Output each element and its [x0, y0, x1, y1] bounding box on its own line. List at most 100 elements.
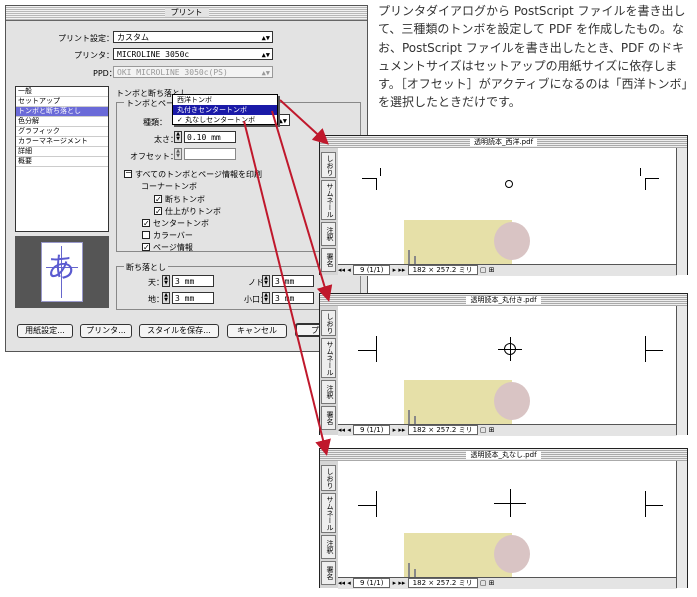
tab-thumbnails[interactable]: サムネール	[321, 493, 336, 533]
bleed-group-title: 断ち落とし	[124, 262, 168, 273]
tab-signatures[interactable]: 署名	[321, 248, 336, 272]
all-marks-checkbox[interactable]: −	[124, 169, 132, 178]
pdf-window-title: 透明読本_西洋.pdf	[469, 138, 538, 146]
continuous-icon[interactable]: ⊞	[489, 426, 495, 434]
page-info-checkbox[interactable]: ✓	[142, 243, 150, 252]
tab-bookmarks[interactable]: しおり	[321, 152, 336, 178]
vertical-scrollbar[interactable]	[676, 306, 687, 435]
prev-page-icon[interactable]: ◂	[347, 266, 351, 274]
pdf-window-title: 透明読本_丸付き.pdf	[466, 296, 541, 304]
single-page-icon[interactable]: ▢	[480, 426, 487, 434]
color-bar-checkbox[interactable]	[142, 231, 150, 239]
trim-mark	[376, 336, 377, 362]
trim-marks-label: 断ちトンボ	[165, 195, 205, 204]
bleed-inside-stepper[interactable]: ▲ ▼	[262, 275, 270, 287]
trim-mark	[645, 178, 659, 179]
finish-marks-label: 仕上がりトンボ	[165, 207, 221, 216]
tab-annotations[interactable]: 注釈	[321, 222, 336, 246]
category-item-summary[interactable]: 概要	[16, 157, 108, 167]
tab-annotations[interactable]: 注釈	[321, 535, 336, 559]
color-bar-label: カラーバー	[153, 231, 193, 240]
first-page-icon[interactable]: ◂◂	[338, 579, 345, 587]
page-indicator[interactable]: 9 (1/1)	[353, 425, 391, 435]
tab-signatures[interactable]: 署名	[321, 406, 336, 430]
popup-arrow-icon: ▲▼	[261, 51, 270, 59]
category-item-general[interactable]: 一般	[16, 87, 108, 97]
single-page-icon[interactable]: ▢	[480, 266, 487, 274]
category-item-separations[interactable]: 色分解	[16, 117, 108, 127]
tab-bookmarks[interactable]: しおり	[321, 465, 336, 491]
page-indicator[interactable]: 9 (1/1)	[353, 578, 391, 588]
category-item-marks-bleed[interactable]: トンボと断ち落とし	[16, 107, 108, 117]
bleed-bottom-stepper[interactable]: ▲ ▼	[162, 292, 170, 304]
vertical-scrollbar[interactable]	[676, 148, 687, 275]
menu-item-plain-center-marks[interactable]: ✓ 丸なしセンタートンボ	[173, 115, 277, 125]
pdf-page-view	[338, 461, 677, 577]
next-page-icon[interactable]: ▸	[393, 579, 397, 587]
trim-mark	[645, 178, 646, 190]
printer-button[interactable]: プリンタ...	[80, 324, 132, 338]
prev-page-icon[interactable]: ◂	[347, 579, 351, 587]
center-marks-checkbox[interactable]: ✓	[142, 219, 150, 228]
trim-marks-checkbox[interactable]: ✓	[154, 195, 162, 204]
page-artwork	[414, 256, 416, 264]
bleed-outside-stepper[interactable]: ▲ ▼	[262, 292, 270, 304]
first-page-icon[interactable]: ◂◂	[338, 426, 345, 434]
category-item-advanced[interactable]: 詳細	[16, 147, 108, 157]
tab-signatures[interactable]: 署名	[321, 561, 336, 585]
mark-type-menu[interactable]: 西洋トンボ 丸付きセンタートンボ ✓ 丸なしセンタートンボ	[172, 94, 278, 125]
next-page-icon[interactable]: ▸	[393, 266, 397, 274]
cancel-button[interactable]: キャンセル	[227, 324, 287, 338]
page-indicator[interactable]: 9 (1/1)	[353, 265, 391, 275]
pdf-status-bar: ◂◂ ◂ 9 (1/1) ▸ ▸▸ 182 × 257.2 ミリ ▢ ⊞	[338, 577, 677, 589]
printer-popup[interactable]: MICROLINE 3050c ▲▼	[113, 48, 273, 60]
category-item-color-management[interactable]: カラーマネージメント	[16, 137, 108, 147]
last-page-icon[interactable]: ▸▸	[398, 426, 405, 434]
page-artwork	[414, 569, 416, 577]
weight-field[interactable]: 0.10 mm	[184, 131, 236, 143]
save-style-button[interactable]: スタイルを保存...	[139, 324, 219, 338]
continuous-icon[interactable]: ⊞	[489, 579, 495, 587]
category-item-graphics[interactable]: グラフィック	[16, 127, 108, 137]
last-page-icon[interactable]: ▸▸	[398, 266, 405, 274]
category-list[interactable]: 一般 セットアップ トンボと断ち落とし 色分解 グラフィック カラーマネージメン…	[15, 86, 109, 232]
single-page-icon[interactable]: ▢	[480, 579, 487, 587]
tab-bookmarks[interactable]: しおり	[321, 310, 336, 336]
bleed-inside-field[interactable]: 3 mm	[272, 275, 314, 287]
sidebar-tabs: しおり サムネール 注釈 署名	[320, 148, 339, 275]
continuous-icon[interactable]: ⊞	[489, 266, 495, 274]
tab-annotations[interactable]: 注釈	[321, 380, 336, 404]
bleed-bottom-field[interactable]: 3 mm	[172, 292, 214, 304]
tab-thumbnails[interactable]: サムネール	[321, 180, 336, 220]
bleed-top-field[interactable]: 3 mm	[172, 275, 214, 287]
ppd-popup: OKI MICROLINE 3050c(PS) ▲▼	[113, 66, 273, 78]
menu-item-circle-center-marks[interactable]: 丸付きセンタートンボ	[173, 105, 277, 115]
description-paragraph: プリンタダイアログから PostScript ファイルを書き出して、三種類のトン…	[378, 4, 694, 110]
prev-page-icon[interactable]: ◂	[347, 426, 351, 434]
finish-marks-checkbox[interactable]: ✓	[154, 207, 162, 216]
tab-thumbnails[interactable]: サムネール	[321, 338, 336, 378]
page-setup-button[interactable]: 用紙設定...	[17, 324, 73, 338]
preset-popup[interactable]: カスタム ▲▼	[113, 31, 273, 43]
next-page-icon[interactable]: ▸	[393, 426, 397, 434]
vertical-scrollbar[interactable]	[676, 461, 687, 588]
dialog-title: プリント	[164, 8, 209, 17]
ppd-value: OKI MICROLINE 3050c(PS)	[117, 68, 228, 77]
first-page-icon[interactable]: ◂◂	[338, 266, 345, 274]
trim-mark	[645, 336, 646, 362]
center-mark	[504, 343, 516, 355]
menu-item-plain-center-marks-label: 丸なしセンタートンボ	[185, 116, 256, 124]
all-marks-label: すべてのトンボとページ情報を印刷	[135, 170, 262, 179]
pdf-page-view	[338, 148, 677, 264]
trim-mark	[358, 350, 376, 351]
category-item-setup[interactable]: セットアップ	[16, 97, 108, 107]
last-page-icon[interactable]: ▸▸	[398, 579, 405, 587]
bleed-top-stepper[interactable]: ▲ ▼	[162, 275, 170, 287]
page-size-display: 182 × 257.2 ミリ	[407, 265, 478, 275]
weight-stepper[interactable]: ▲ ▼	[174, 131, 182, 143]
bleed-outside-field[interactable]: 3 mm	[272, 292, 314, 304]
menu-item-western-marks[interactable]: 西洋トンボ	[173, 95, 277, 105]
offset-field	[184, 148, 236, 160]
dialog-titlebar[interactable]: プリント	[6, 6, 367, 21]
popup-arrow-icon: ▲▼	[261, 34, 270, 42]
